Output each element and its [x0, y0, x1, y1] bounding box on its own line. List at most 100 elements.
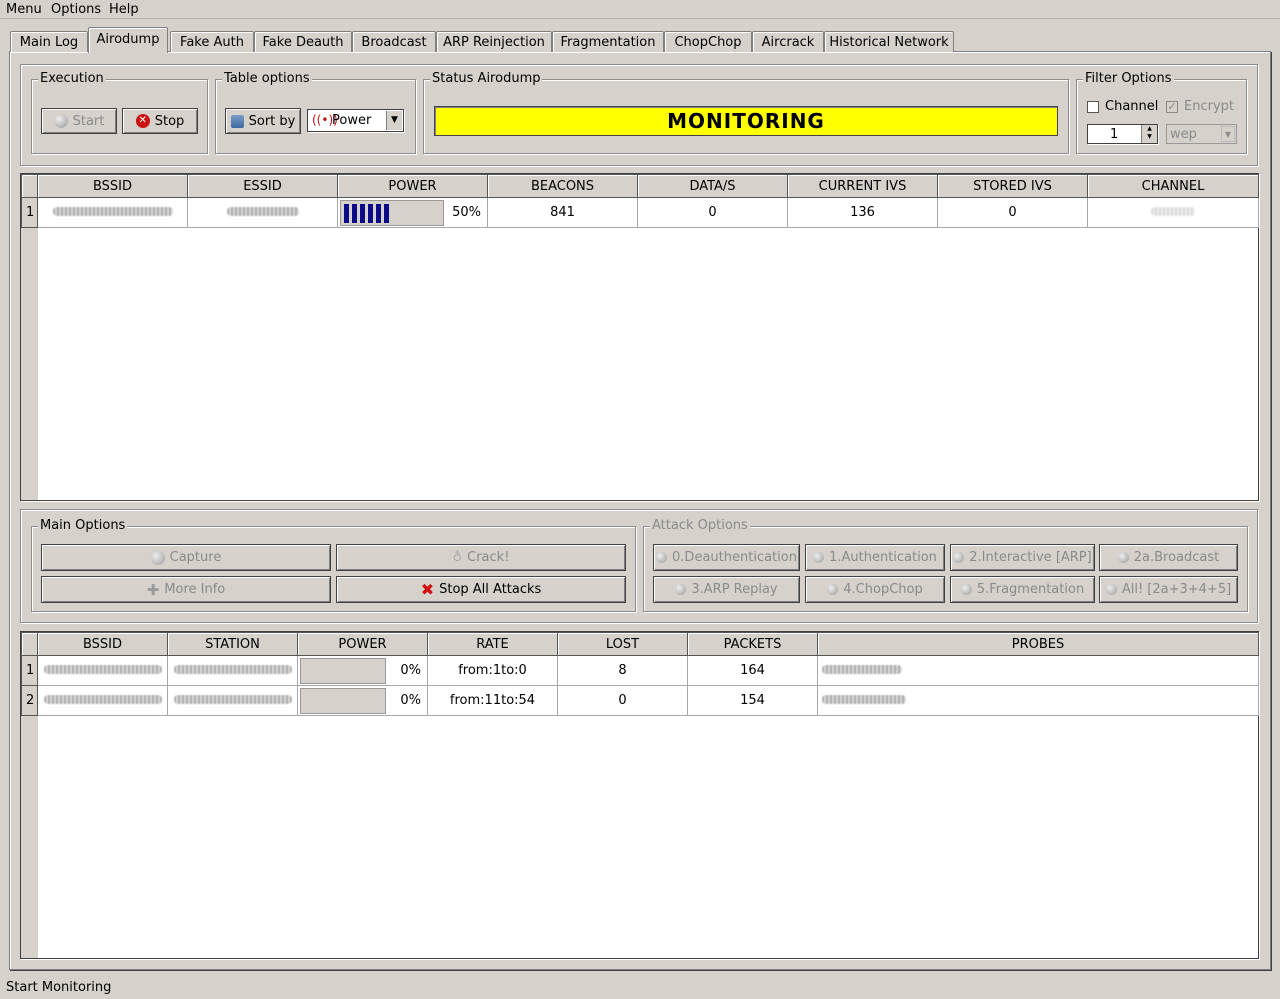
- probes-cell[interactable]: [817, 655, 1259, 686]
- essid-cell[interactable]: [187, 197, 338, 228]
- rate-cell[interactable]: from:11to:54: [427, 685, 558, 716]
- tab-main-log[interactable]: Main Log: [10, 31, 88, 52]
- more-info-label: More Info: [164, 582, 226, 597]
- menu-item-menu[interactable]: Menu: [6, 2, 42, 17]
- encrypt-select[interactable]: wep ▼: [1166, 124, 1237, 144]
- attack-broadcast-button[interactable]: 2a.Broadcast: [1099, 544, 1238, 571]
- tab-historical-network[interactable]: Historical Network: [824, 31, 954, 52]
- packets-cell[interactable]: 154: [687, 685, 818, 716]
- channel-value: 1: [1110, 127, 1119, 142]
- status-bar-text: Start Monitoring: [6, 980, 112, 995]
- lost-cell[interactable]: 8: [557, 655, 688, 686]
- col-data-s[interactable]: DATA/S: [637, 174, 788, 198]
- chevron-down-icon: ▼: [1221, 126, 1235, 142]
- tab-chopchop[interactable]: ChopChop: [664, 31, 752, 52]
- attack-label: 4.ChopChop: [843, 582, 923, 597]
- col-bssid[interactable]: BSSID: [37, 632, 168, 656]
- bssid-cell[interactable]: [37, 685, 168, 716]
- capture-button[interactable]: Capture: [41, 544, 331, 571]
- encrypt-select-value: wep: [1170, 127, 1197, 142]
- power-cell[interactable]: 0%: [297, 655, 428, 686]
- attack-deauthentication-button[interactable]: 0.Deauthentication: [653, 544, 800, 571]
- station-cell[interactable]: [167, 655, 298, 686]
- col-stored-ivs[interactable]: STORED IVS: [937, 174, 1088, 198]
- attack-icon: [960, 584, 972, 595]
- lost-cell[interactable]: 0: [557, 685, 688, 716]
- station-cell[interactable]: [167, 685, 298, 716]
- sort-by-button[interactable]: Sort by: [225, 108, 301, 134]
- attack-arp-replay-button[interactable]: 3.ARP Replay: [653, 576, 800, 603]
- start-button[interactable]: Start: [41, 108, 117, 134]
- col-bssid[interactable]: BSSID: [37, 174, 188, 198]
- sort-icon: [230, 114, 244, 128]
- col-essid[interactable]: ESSID: [187, 174, 338, 198]
- power-bar: [300, 687, 386, 714]
- col-station[interactable]: STATION: [167, 632, 298, 656]
- table-row[interactable]: 2 0% from:11to:54 0 154: [21, 685, 1259, 716]
- power-cell[interactable]: 0%: [297, 685, 428, 716]
- tab-fake-auth[interactable]: Fake Auth: [170, 31, 254, 52]
- beacons-cell[interactable]: 841: [487, 197, 638, 228]
- power-cell[interactable]: 50%: [337, 197, 488, 228]
- sort-select[interactable]: ((•)) Power ▼: [307, 109, 404, 132]
- spin-arrows-icon[interactable]: ▲ ▼: [1141, 125, 1157, 143]
- col-channel[interactable]: CHANNEL: [1087, 174, 1259, 198]
- menu-bar: Menu Options Help: [0, 0, 1280, 19]
- attack-label: 2.Interactive [ARP]: [969, 550, 1092, 565]
- more-info-button[interactable]: ✚ More Info: [41, 576, 331, 603]
- stored-ivs-cell[interactable]: 0: [937, 197, 1088, 228]
- attack-icon: [1117, 552, 1129, 563]
- attack-chopchop-button[interactable]: 4.ChopChop: [805, 576, 945, 603]
- chevron-down-icon[interactable]: ▼: [386, 111, 402, 130]
- col-current-ivs[interactable]: CURRENT IVS: [787, 174, 938, 198]
- tab-fake-deauth[interactable]: Fake Deauth: [254, 31, 352, 52]
- col-beacons[interactable]: BEACONS: [487, 174, 638, 198]
- attack-label: 5.Fragmentation: [976, 582, 1085, 597]
- menu-item-options[interactable]: Options: [51, 2, 101, 17]
- close-icon: ✖: [420, 580, 435, 599]
- attack-icon: [675, 584, 687, 595]
- col-packets[interactable]: PACKETS: [687, 632, 818, 656]
- start-label: Start: [72, 113, 105, 129]
- attack-interactive-arp-button[interactable]: 2.Interactive [ARP]: [950, 544, 1095, 571]
- menu-item-help[interactable]: Help: [109, 2, 139, 17]
- attack-fragmentation-button[interactable]: 5.Fragmentation: [950, 576, 1095, 603]
- col-lost[interactable]: LOST: [557, 632, 688, 656]
- col-power[interactable]: POWER: [337, 174, 488, 198]
- tab-fragmentation[interactable]: Fragmentation: [552, 31, 664, 52]
- packets-cell[interactable]: 164: [687, 655, 818, 686]
- col-power[interactable]: POWER: [297, 632, 428, 656]
- key-icon: ♁: [452, 550, 463, 565]
- bssid-cell[interactable]: [37, 655, 168, 686]
- crack-button[interactable]: ♁ Crack!: [336, 544, 626, 571]
- attack-all-button[interactable]: All! [2a+3+4+5]: [1099, 576, 1238, 603]
- table-row[interactable]: 1 0% from:1to:0 8 164: [21, 655, 1259, 686]
- stop-button[interactable]: ✕ Stop: [122, 108, 198, 134]
- tab-aircrack[interactable]: Aircrack: [752, 31, 824, 52]
- col-probes[interactable]: PROBES: [817, 632, 1259, 656]
- tab-broadcast[interactable]: Broadcast: [352, 31, 436, 52]
- attack-options-title: Attack Options: [650, 518, 750, 534]
- probes-cell[interactable]: [817, 685, 1259, 716]
- attack-label: 3.ARP Replay: [691, 582, 778, 597]
- attack-icon: [953, 552, 965, 563]
- encrypt-checkbox[interactable]: ✓: [1166, 101, 1178, 113]
- redacted-station: [173, 665, 292, 674]
- tab-arp-reinjection[interactable]: ARP Reinjection: [436, 31, 552, 52]
- tab-airodump[interactable]: Airodump: [88, 27, 168, 53]
- channel-cell[interactable]: [1087, 197, 1259, 228]
- current-ivs-cell[interactable]: 136: [787, 197, 938, 228]
- bssid-cell[interactable]: [37, 197, 188, 228]
- col-rate[interactable]: RATE: [427, 632, 558, 656]
- table-row[interactable]: 1 50% 841 0 136 0: [21, 197, 1259, 228]
- stop-all-attacks-button[interactable]: ✖ Stop All Attacks: [336, 576, 626, 603]
- channel-spinbox[interactable]: 1 ▲ ▼: [1087, 124, 1158, 144]
- attack-authentication-button[interactable]: 1.Authentication: [805, 544, 945, 571]
- row-index: 2: [21, 685, 38, 716]
- start-icon: [53, 114, 68, 128]
- redacted-bssid: [43, 665, 162, 674]
- channel-checkbox[interactable]: [1087, 101, 1099, 113]
- rate-cell[interactable]: from:1to:0: [427, 655, 558, 686]
- data-s-cell[interactable]: 0: [637, 197, 788, 228]
- power-bar: [340, 199, 444, 226]
